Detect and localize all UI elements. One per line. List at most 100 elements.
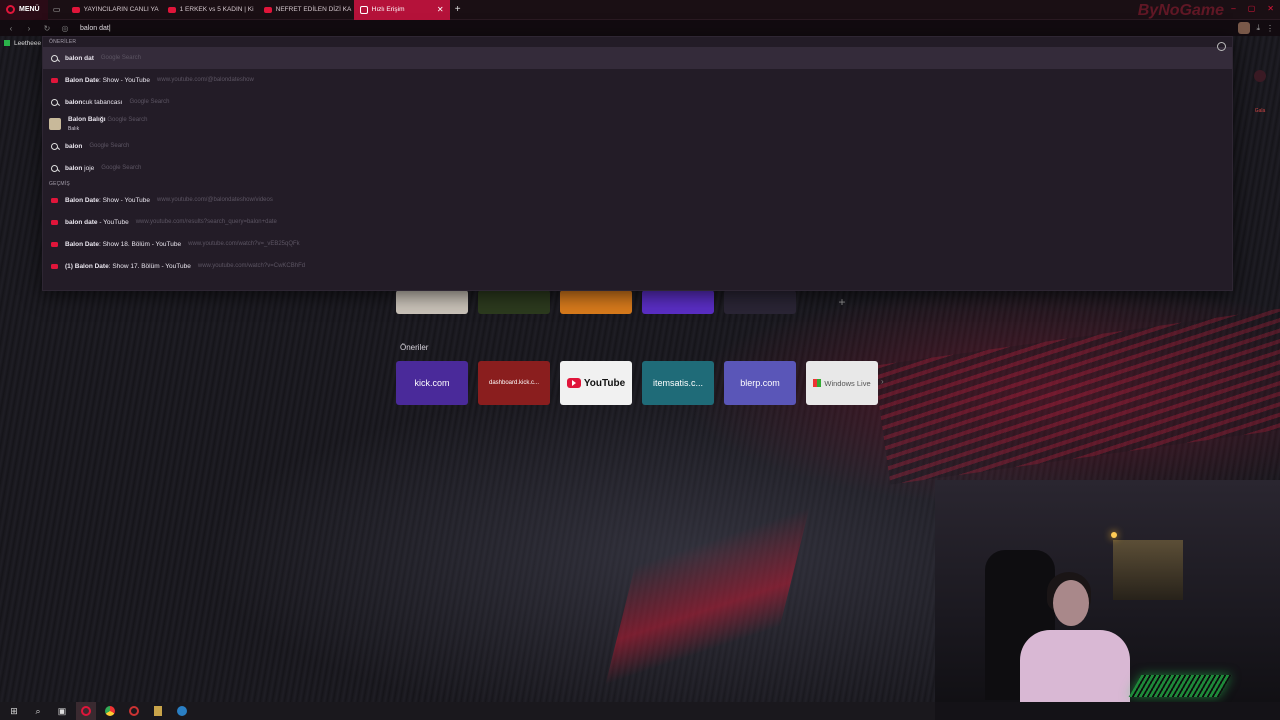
bookmark-item[interactable]: Leetheee [14, 40, 41, 47]
suggestion-item[interactable]: balon Google Search [43, 135, 1232, 157]
suggestion-item[interactable]: Balon Balığı Google Search Balık [43, 113, 1232, 135]
brand-watermark: ByNoGame [1137, 2, 1224, 19]
tile-label: itemsatis.c... [652, 378, 703, 388]
speed-dial-tile-kick[interactable]: kick.com [396, 361, 468, 405]
new-tab-button[interactable]: + [450, 4, 466, 15]
steam-icon[interactable] [172, 702, 192, 720]
windows-icon [813, 379, 822, 387]
suggestions-title: Öneriler [400, 343, 429, 352]
start-icon[interactable]: ⊞ [4, 702, 24, 720]
close-tab-icon[interactable]: ✕ [437, 5, 444, 14]
avatar[interactable] [1238, 22, 1251, 34]
speed-dial-tile-top[interactable] [642, 290, 714, 314]
suggestions-header: ÖNERİLER [49, 39, 77, 45]
speed-dial-tile-top[interactable] [560, 290, 632, 314]
menu-label: MENÜ [19, 6, 40, 13]
back-icon[interactable]: ‹ [6, 24, 16, 33]
url-input[interactable]: balon dat [80, 25, 111, 32]
windows-taskbar: ⊞ ⌕ ▣ [0, 702, 935, 720]
suggestion-item[interactable]: Balon Date: Show - YouTube www.youtube.c… [43, 69, 1232, 91]
history-bold: Balon Date [74, 262, 109, 270]
tab-2[interactable]: 1 ERKEK vs 5 KADIN | Ki [162, 0, 258, 20]
suggestion-item[interactable]: balon dat Google Search [43, 47, 1232, 69]
speed-dial-tile-top[interactable] [724, 290, 796, 314]
more-icon[interactable]: ⋮ [1266, 24, 1274, 33]
league-icon[interactable] [148, 702, 168, 720]
history-rest: - YouTube [97, 218, 129, 226]
opera-logo-icon [6, 5, 15, 14]
sidebar-app-icon[interactable] [1254, 70, 1266, 82]
history-item[interactable]: (1) Balon Date: Show 17. Bölüm - YouTube… [43, 255, 1232, 277]
download-icon[interactable]: ⤓ [1256, 23, 1260, 33]
tile-label: YouTube [583, 377, 626, 389]
speed-dial-icon [359, 5, 368, 14]
youtube-icon [167, 6, 176, 13]
history-url: www.youtube.com/results?search_query=bal… [135, 219, 277, 225]
speed-dial-tile-windows-live[interactable]: Windows Live [806, 361, 878, 405]
suggestion-item[interactable]: baloncuk tabancası Google Search [43, 91, 1232, 113]
forward-icon[interactable]: › [24, 24, 34, 33]
window-controls: – ▢ ✕ [1231, 4, 1274, 13]
suggestion-item[interactable]: balon joje Google Search [43, 157, 1232, 179]
opera-gx-icon[interactable] [76, 702, 96, 720]
search-icon[interactable]: ⌕ [28, 702, 48, 720]
youtube-logo-icon [566, 378, 581, 388]
suggestion-bold: balon [65, 142, 83, 150]
history-url: www.youtube.com/@balondateshow/videos [157, 197, 273, 203]
webcam-street-light [1111, 532, 1117, 538]
reload-icon[interactable]: ↻ [42, 24, 52, 33]
youtube-icon [51, 241, 58, 247]
suggestion-rest: joje [82, 164, 95, 172]
suggestion-bold: balon [65, 164, 83, 172]
speed-dial-tile-itemsatis[interactable]: itemsatis.c... [642, 361, 714, 405]
task-view-icon[interactable]: ▣ [52, 702, 72, 720]
youtube-icon [71, 6, 80, 13]
youtube-icon [51, 77, 58, 83]
bookmarks-bar: Leetheee [0, 36, 41, 50]
tab-1[interactable]: YAYINCILARIN CANLI YA [66, 0, 162, 20]
history-rest: : Show 17. Bölüm - YouTube [108, 262, 191, 270]
speed-dial-tile-dashboard[interactable]: dashboard.kick.c... [478, 361, 550, 405]
speed-dial-tile-youtube[interactable]: YouTube [560, 361, 632, 405]
vpn-icon[interactable] [124, 702, 144, 720]
speed-dial-tile-top[interactable] [396, 290, 468, 314]
webcam-person-body [1020, 630, 1130, 702]
history-url: www.youtube.com/watch?v=CwKCBhFd [197, 263, 306, 269]
next-arrow-icon[interactable]: › [881, 377, 884, 386]
suggestion-bold: Balon Date [65, 76, 99, 84]
history-item[interactable]: Balon Date: Show 18. Bölüm - YouTube www… [43, 233, 1232, 255]
history-prefix: (1) [65, 262, 75, 270]
history-bold: balon date [65, 218, 98, 226]
suggestion-hint: Google Search [100, 55, 141, 61]
speed-dial-top-row: + [396, 290, 878, 314]
webcam-person-head [1053, 580, 1089, 626]
speed-dial-tile-blerp[interactable]: blerp.com [724, 361, 796, 405]
suggestion-hint: Google Search [129, 99, 170, 105]
history-header: GEÇMİŞ [49, 181, 70, 187]
tab-bar: MENÜ ▭ YAYINCILARIN CANLI YA 1 ERKEK vs … [0, 0, 1280, 20]
settings-icon[interactable] [1217, 42, 1226, 51]
tab-label: 1 ERKEK vs 5 KADIN | Ki [179, 6, 254, 13]
bookmark-icon [4, 40, 10, 46]
sidebar-label: Gala [1254, 108, 1266, 114]
workspaces-icon[interactable]: ▭ [48, 5, 66, 14]
chrome-icon[interactable] [100, 702, 120, 720]
suggestion-rest: : Show - YouTube [98, 76, 151, 84]
minimize-icon[interactable]: – [1231, 4, 1235, 13]
menu-button[interactable]: MENÜ [0, 0, 48, 20]
history-item[interactable]: balon date - YouTube www.youtube.com/res… [43, 211, 1232, 233]
tile-label: kick.com [414, 378, 450, 388]
youtube-icon [51, 263, 58, 269]
site-info-icon[interactable]: ◎ [60, 24, 70, 33]
maximize-icon[interactable]: ▢ [1248, 4, 1256, 13]
speed-dial-tile-top[interactable] [478, 290, 550, 314]
suggestion-hint: Google Search [101, 165, 142, 171]
webcam-keyboard [1128, 675, 1232, 697]
close-window-icon[interactable]: ✕ [1267, 4, 1274, 13]
tab-speed-dial[interactable]: Hızlı Erişim ✕ [353, 0, 450, 20]
add-speed-dial-button[interactable]: + [806, 290, 878, 314]
suggestion-hint: Google Search [107, 116, 148, 123]
tab-3[interactable]: NEFRET EDİLEN DİZİ KA [258, 0, 354, 20]
suggestion-bold: balon [65, 98, 83, 106]
history-item[interactable]: Balon Date: Show - YouTube www.youtube.c… [43, 189, 1232, 211]
